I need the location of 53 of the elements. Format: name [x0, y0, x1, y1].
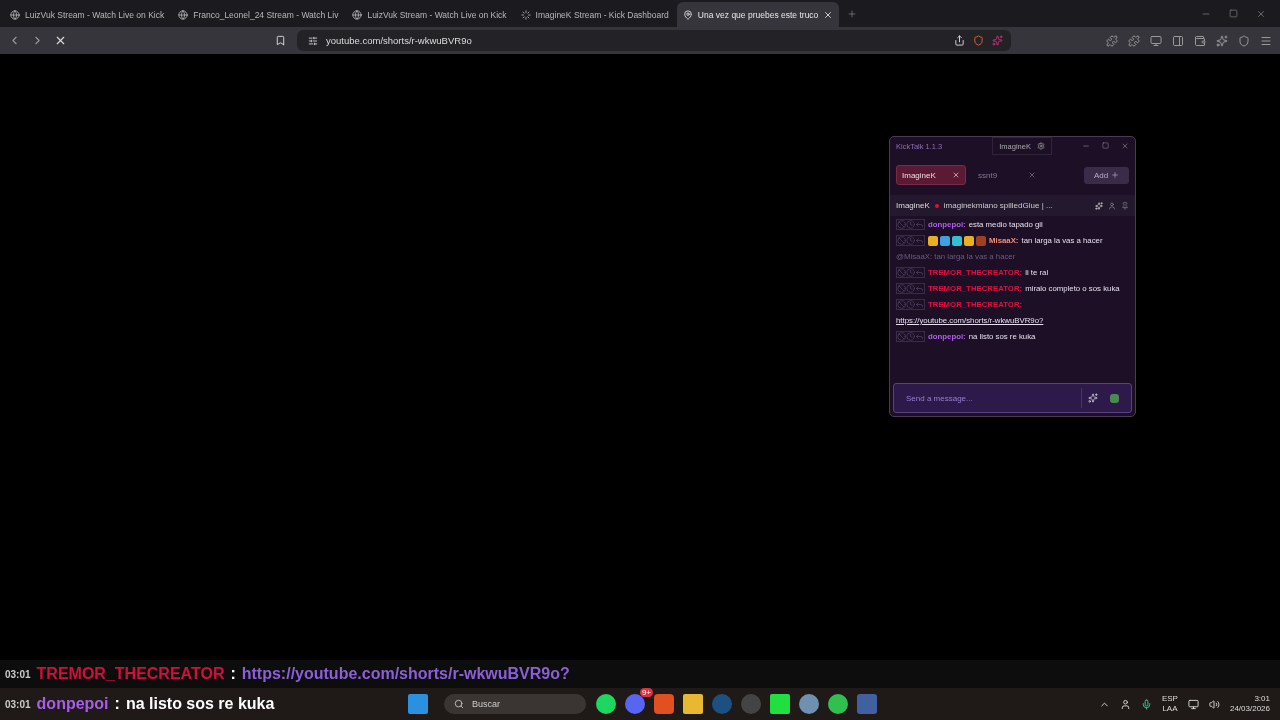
- wallet-icon[interactable]: [1194, 34, 1206, 47]
- browser-tab[interactable]: Franco_Leonel_24 Stream - Watch Liv: [172, 2, 345, 27]
- music-app-icon[interactable]: [596, 694, 616, 714]
- window-icon[interactable]: [1150, 34, 1162, 47]
- browser-tab[interactable]: ImagineK Stream - Kick Dashboard: [514, 2, 675, 27]
- chat-tab[interactable]: ImagineK: [896, 165, 966, 185]
- sidebar-icon[interactable]: [1172, 34, 1184, 47]
- browser-tab[interactable]: LuizVuk Stream - Watch Live on Kick: [346, 2, 513, 27]
- restore-icon[interactable]: [1229, 9, 1238, 18]
- chat-time: 03:01: [5, 668, 31, 680]
- windows-start-icon[interactable]: [408, 694, 428, 714]
- chat-username: donpepoi: [36, 695, 109, 713]
- notification-badge: 9+: [639, 688, 653, 697]
- url-text: youtube.com/shorts/r-wkwuBVR9o: [326, 35, 473, 46]
- separator: :: [230, 665, 236, 683]
- close-icon[interactable]: [1256, 8, 1266, 19]
- stop-icon[interactable]: [54, 34, 67, 47]
- chat-time: 03:01: [5, 698, 31, 710]
- stream-title: imaginekmiano spilledGlue | ...: [943, 201, 1054, 210]
- record-app-icon[interactable]: [741, 694, 761, 714]
- chat-message: na listo sos re kuka: [125, 695, 275, 713]
- menu-icon[interactable]: [1260, 34, 1272, 47]
- puzzle-icon[interactable]: [1128, 34, 1140, 47]
- shield-icon[interactable]: [1238, 34, 1250, 47]
- chat-tab[interactable]: ssnt9: [972, 165, 1042, 185]
- separator: :: [114, 695, 120, 713]
- bookmark-icon[interactable]: [275, 35, 286, 46]
- plus-icon: [1111, 171, 1120, 179]
- microphone-icon[interactable]: [1140, 698, 1152, 710]
- browser-tab[interactable]: Una vez que pruebes este truco: [676, 2, 840, 27]
- volume-icon[interactable]: [1208, 698, 1220, 710]
- circle-app-icon[interactable]: [828, 694, 848, 714]
- browser-tab[interactable]: LuizVuk Stream - Watch Live on Kick: [4, 2, 171, 27]
- message-input[interactable]: Send a message...: [904, 392, 1081, 404]
- search-icon: [454, 699, 464, 709]
- user-icon[interactable]: [1108, 201, 1116, 210]
- shield-icon[interactable]: [973, 35, 984, 46]
- clock[interactable]: 3:01 24/03/2026: [1229, 694, 1270, 714]
- add-button[interactable]: Add: [1084, 166, 1129, 184]
- share-icon[interactable]: [954, 35, 965, 46]
- live-dot-icon: [934, 203, 939, 208]
- taskbar-search[interactable]: Buscar: [444, 694, 586, 714]
- maximize-icon[interactable]: [1102, 142, 1109, 149]
- new-tab-icon[interactable]: [847, 9, 858, 19]
- language-indicator[interactable]: ESP LAA: [1161, 694, 1178, 714]
- site-settings-icon[interactable]: [308, 35, 318, 46]
- pin-icon[interactable]: [1121, 201, 1129, 210]
- channel-name: ImagineK: [896, 201, 930, 210]
- sparkle-icon[interactable]: [1216, 34, 1228, 47]
- close-icon[interactable]: [823, 9, 834, 20]
- extension-icon[interactable]: [1106, 34, 1118, 47]
- message-field[interactable]: Send a message...: [893, 383, 1132, 413]
- chat-username: TREMOR_THECREATOR: [36, 665, 225, 683]
